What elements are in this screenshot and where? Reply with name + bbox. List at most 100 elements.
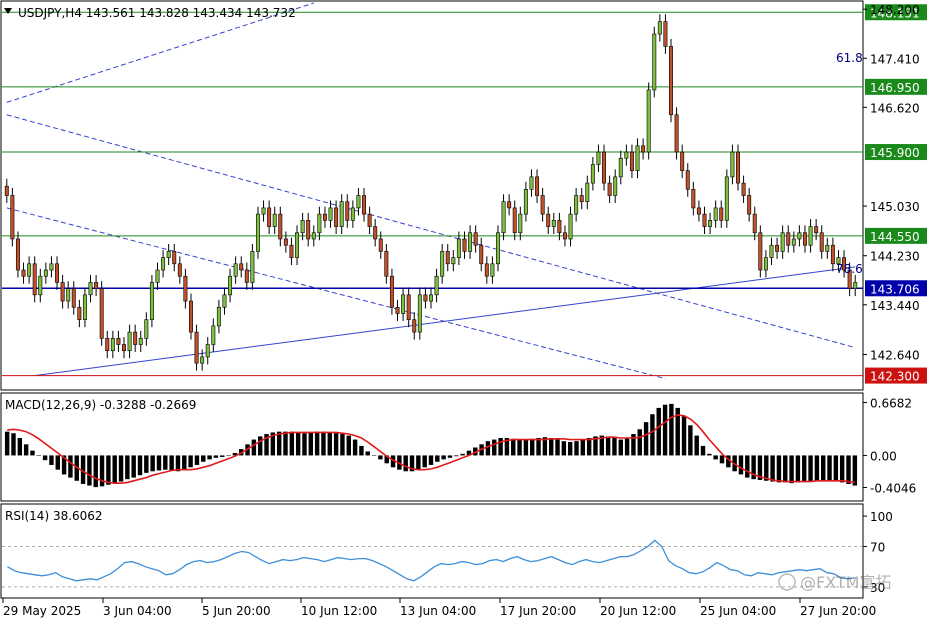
macd-bar-52 (333, 433, 339, 456)
main-ytick-label-3: 145.030 (870, 200, 920, 214)
macd-bar-124 (789, 455, 794, 484)
candle-body-85 (479, 244, 484, 265)
candle-body-112 (629, 151, 634, 171)
main-ytick-label-2: 146.620 (870, 101, 920, 115)
macd-bar-5 (36, 455, 42, 456)
macd-bar-30 (194, 455, 200, 465)
macd-bar-105 (669, 403, 674, 456)
macd-bar-86 (548, 437, 554, 456)
candle-body-49 (278, 213, 283, 240)
macd-bar-92 (586, 437, 592, 456)
candle-body-25 (144, 319, 149, 339)
candle-body-80 (451, 257, 456, 265)
candle-body-98 (551, 220, 556, 227)
candle-body-146 (819, 232, 824, 252)
macd-bar-102 (650, 414, 655, 456)
macd-bar-67 (428, 455, 434, 465)
candle-body-102 (574, 195, 579, 215)
candle-body-117 (657, 21, 662, 35)
candle-body-14 (82, 294, 87, 320)
candle-body-140 (786, 232, 791, 246)
candle-body-43 (244, 269, 249, 283)
macd-bar-89 (567, 441, 573, 456)
macd-bar-57 (365, 451, 370, 456)
candle-body-70 (395, 306, 400, 314)
macd-bar-28 (182, 455, 187, 470)
candle-body-41 (233, 263, 238, 277)
macd-bar-59 (378, 455, 383, 460)
candle-body-99 (557, 220, 562, 234)
candle-body-48 (272, 213, 277, 227)
candle-body-73 (412, 319, 417, 333)
candle-body-107 (602, 151, 607, 184)
rsi-ytick-label-1: 70 (870, 540, 885, 554)
xtick-label-3: 10 Jun 12:00 (301, 604, 377, 618)
xtick-label-0: 29 May 2025 (3, 604, 81, 618)
candle-body-114 (641, 145, 646, 153)
macd-bar-84 (536, 437, 541, 456)
macd-bar-66 (422, 455, 427, 468)
macd-bar-58 (371, 455, 377, 456)
level-label-1: 146.950 (870, 81, 920, 95)
candle-body-18 (105, 338, 110, 352)
candle-body-42 (239, 263, 244, 271)
macd-bar-18 (118, 455, 124, 482)
candle-body-79 (445, 251, 450, 265)
candle-body-17 (99, 288, 104, 339)
candle-body-104 (585, 182, 590, 203)
fib-label-0: 61.8 (836, 51, 863, 65)
candle-body-27 (155, 269, 160, 283)
macd-bar-45 (289, 431, 295, 456)
macd-ytick-label-1: 0.00 (870, 449, 897, 463)
macd-bar-95 (605, 436, 611, 456)
candle-body-46 (261, 207, 266, 215)
macd-bar-13 (87, 455, 92, 486)
xtick-label-7: 25 Jun 04:00 (700, 604, 776, 618)
macd-bar-7 (49, 455, 54, 465)
candle-body-148 (830, 244, 835, 265)
candle-body-36 (205, 344, 210, 358)
xtick-label-2: 5 Jun 20:00 (202, 604, 271, 618)
candle-body-59 (334, 207, 339, 227)
xtick-label-8: 27 Jun 20:00 (800, 604, 876, 618)
macd-bar-132 (839, 455, 845, 483)
candle-body-51 (289, 244, 294, 258)
candle-body-75 (423, 294, 428, 302)
macd-bar-120 (764, 455, 769, 481)
macd-bar-111 (707, 453, 712, 456)
candle-body-54 (306, 220, 311, 240)
macd-bar-107 (681, 415, 687, 456)
candle-body-134 (752, 213, 757, 234)
macd-bar-20 (131, 455, 136, 478)
candle-body-3 (21, 269, 26, 277)
candle-body-57 (322, 213, 327, 221)
macd-bar-98 (624, 437, 630, 456)
macd-bar-33 (213, 455, 219, 458)
macd-bar-100 (637, 429, 642, 456)
candle-body-116 (652, 33, 657, 91)
macd-bar-54 (346, 435, 351, 456)
candle-body-61 (345, 201, 350, 221)
macd-bar-22 (144, 455, 149, 473)
macd-bar-109 (694, 435, 699, 456)
candle-body-129 (724, 176, 729, 221)
candle-body-92 (518, 213, 523, 234)
candle-body-133 (747, 195, 752, 215)
candle-body-60 (339, 201, 344, 227)
macd-bar-25 (163, 455, 168, 470)
main-ytick-label-1: 147.410 (870, 52, 920, 66)
macd-bar-50 (321, 431, 326, 456)
candle-body-58 (328, 207, 333, 221)
macd-bar-40 (257, 436, 263, 456)
macd-bar-31 (201, 455, 206, 462)
macd-bar-39 (251, 439, 257, 456)
candle-body-13 (77, 306, 82, 320)
candle-body-34 (194, 331, 199, 364)
candle-body-66 (373, 226, 378, 240)
macd-bar-122 (776, 455, 782, 483)
candle-body-100 (562, 232, 567, 240)
xtick-label-4: 13 Jun 04:00 (400, 604, 476, 618)
candle-body-109 (613, 176, 618, 196)
candle-body-6 (38, 275, 43, 296)
candle-body-12 (71, 288, 76, 308)
